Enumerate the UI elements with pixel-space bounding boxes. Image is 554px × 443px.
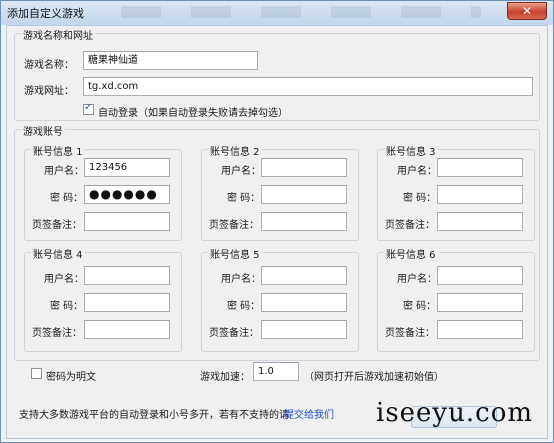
game-speed-label: 游戏加速： — [200, 372, 250, 383]
window-title: 添加自定义游戏 — [7, 7, 84, 20]
account-panel-4: 账号信息 4 用户名： 密 码： 页签备注： — [24, 246, 182, 352]
account-panel-5: 账号信息 5 用户名： 密 码： 页签备注： — [201, 246, 359, 352]
title-bar-background — [121, 6, 481, 18]
account-panel-1: 账号信息 1 用户名： 123456 密 码： ●●●●●● 页签备注： — [24, 143, 182, 241]
account-6-note-label: 页签备注： — [385, 328, 435, 339]
account-title-1: 账号信息 1 — [31, 143, 85, 158]
game-name-input[interactable]: 糖果神仙道 — [83, 51, 258, 70]
account-5-note-label: 页签备注： — [209, 328, 259, 339]
game-url-label: 游戏网址： — [24, 86, 74, 97]
account-3-user-label: 用户名： — [397, 166, 437, 177]
account-4-user-label: 用户名： — [44, 274, 84, 285]
account-5-note-input[interactable] — [261, 320, 347, 339]
account-4-password-input[interactable] — [84, 293, 170, 312]
game-name-label: 游戏名称： — [24, 60, 74, 71]
support-text: 支持大多数游戏平台的自动登录和小号多开，若有不支持的请 — [19, 410, 289, 421]
account-3-password-label: 密 码： — [403, 193, 437, 204]
account-2-note-label: 页签备注： — [209, 220, 259, 231]
account-5-password-label: 密 码： — [227, 301, 261, 312]
account-3-note-label: 页签备注： — [385, 220, 435, 231]
account-6-password-label: 密 码： — [403, 301, 437, 312]
plaintext-password-checkbox[interactable] — [31, 368, 42, 379]
game-speed-input[interactable]: 1.0 — [253, 362, 299, 381]
account-5-user-input[interactable] — [261, 266, 347, 285]
account-6-user-label: 用户名： — [397, 274, 437, 285]
game-info-legend: 游戏名称和网址 — [21, 27, 95, 42]
account-1-user-label: 用户名： — [44, 166, 84, 177]
dialog-content: 游戏名称和网址 游戏名称： 糖果神仙道 游戏网址： tg.xd.com 自动登录… — [6, 25, 548, 439]
accounts-legend: 游戏账号 — [21, 123, 65, 138]
account-4-user-input[interactable] — [84, 266, 170, 285]
account-6-password-input[interactable] — [437, 293, 523, 312]
account-title-4: 账号信息 4 — [31, 246, 85, 261]
account-1-note-input[interactable] — [84, 212, 170, 231]
account-title-6: 账号信息 6 — [384, 246, 438, 261]
account-1-note-label: 页签备注： — [32, 220, 82, 231]
account-6-note-input[interactable] — [437, 320, 523, 339]
account-3-note-input[interactable] — [437, 212, 523, 231]
account-4-password-label: 密 码： — [50, 301, 84, 312]
submit-feedback-link[interactable]: 提交给我们 — [284, 406, 334, 421]
account-5-password-input[interactable] — [261, 293, 347, 312]
game-url-input[interactable]: tg.xd.com — [83, 77, 533, 96]
account-4-note-input[interactable] — [84, 320, 170, 339]
game-speed-hint: （网页打开后游戏加速初始值） — [304, 372, 444, 383]
account-5-user-label: 用户名： — [221, 274, 261, 285]
plaintext-password-label: 密码为明文 — [46, 372, 96, 383]
account-2-user-input[interactable] — [261, 158, 347, 177]
account-3-user-input[interactable] — [437, 158, 523, 177]
account-2-user-label: 用户名： — [221, 166, 261, 177]
account-panel-6: 账号信息 6 用户名： 密 码： 页签备注： — [377, 246, 535, 352]
account-6-user-input[interactable] — [437, 266, 523, 285]
dialog-window: 添加自定义游戏 ✕ 游戏名称和网址 游戏名称： 糖果神仙道 游戏网址： tg.x… — [0, 0, 554, 443]
close-button[interactable]: ✕ — [507, 2, 547, 20]
auto-login-checkbox[interactable] — [83, 102, 94, 115]
auto-login-label: 自动登录（如果自动登录失败请去掉勾选） — [98, 108, 288, 119]
account-title-5: 账号信息 5 — [208, 246, 262, 261]
watermark-text: iseeyu.com — [376, 398, 533, 428]
account-3-password-input[interactable] — [437, 185, 523, 204]
game-info-group: 游戏名称和网址 游戏名称： 糖果神仙道 游戏网址： tg.xd.com 自动登录… — [14, 27, 540, 121]
account-1-password-label: 密 码： — [50, 193, 84, 204]
account-1-password-input[interactable]: ●●●●●● — [84, 185, 170, 204]
account-title-3: 账号信息 3 — [384, 143, 438, 158]
account-panel-3: 账号信息 3 用户名： 密 码： 页签备注： — [377, 143, 535, 241]
title-bar[interactable]: 添加自定义游戏 ✕ — [1, 1, 553, 23]
account-2-note-input[interactable] — [261, 212, 347, 231]
account-panel-2: 账号信息 2 用户名： 密 码： 页签备注： — [201, 143, 359, 241]
account-2-password-label: 密 码： — [227, 193, 261, 204]
account-1-user-input[interactable]: 123456 — [84, 158, 170, 177]
account-title-2: 账号信息 2 — [208, 143, 262, 158]
account-2-password-input[interactable] — [261, 185, 347, 204]
accounts-group: 游戏账号 账号信息 1 用户名： 123456 密 码： ●●●●●● 页签备注… — [14, 123, 540, 361]
account-4-note-label: 页签备注： — [32, 328, 82, 339]
